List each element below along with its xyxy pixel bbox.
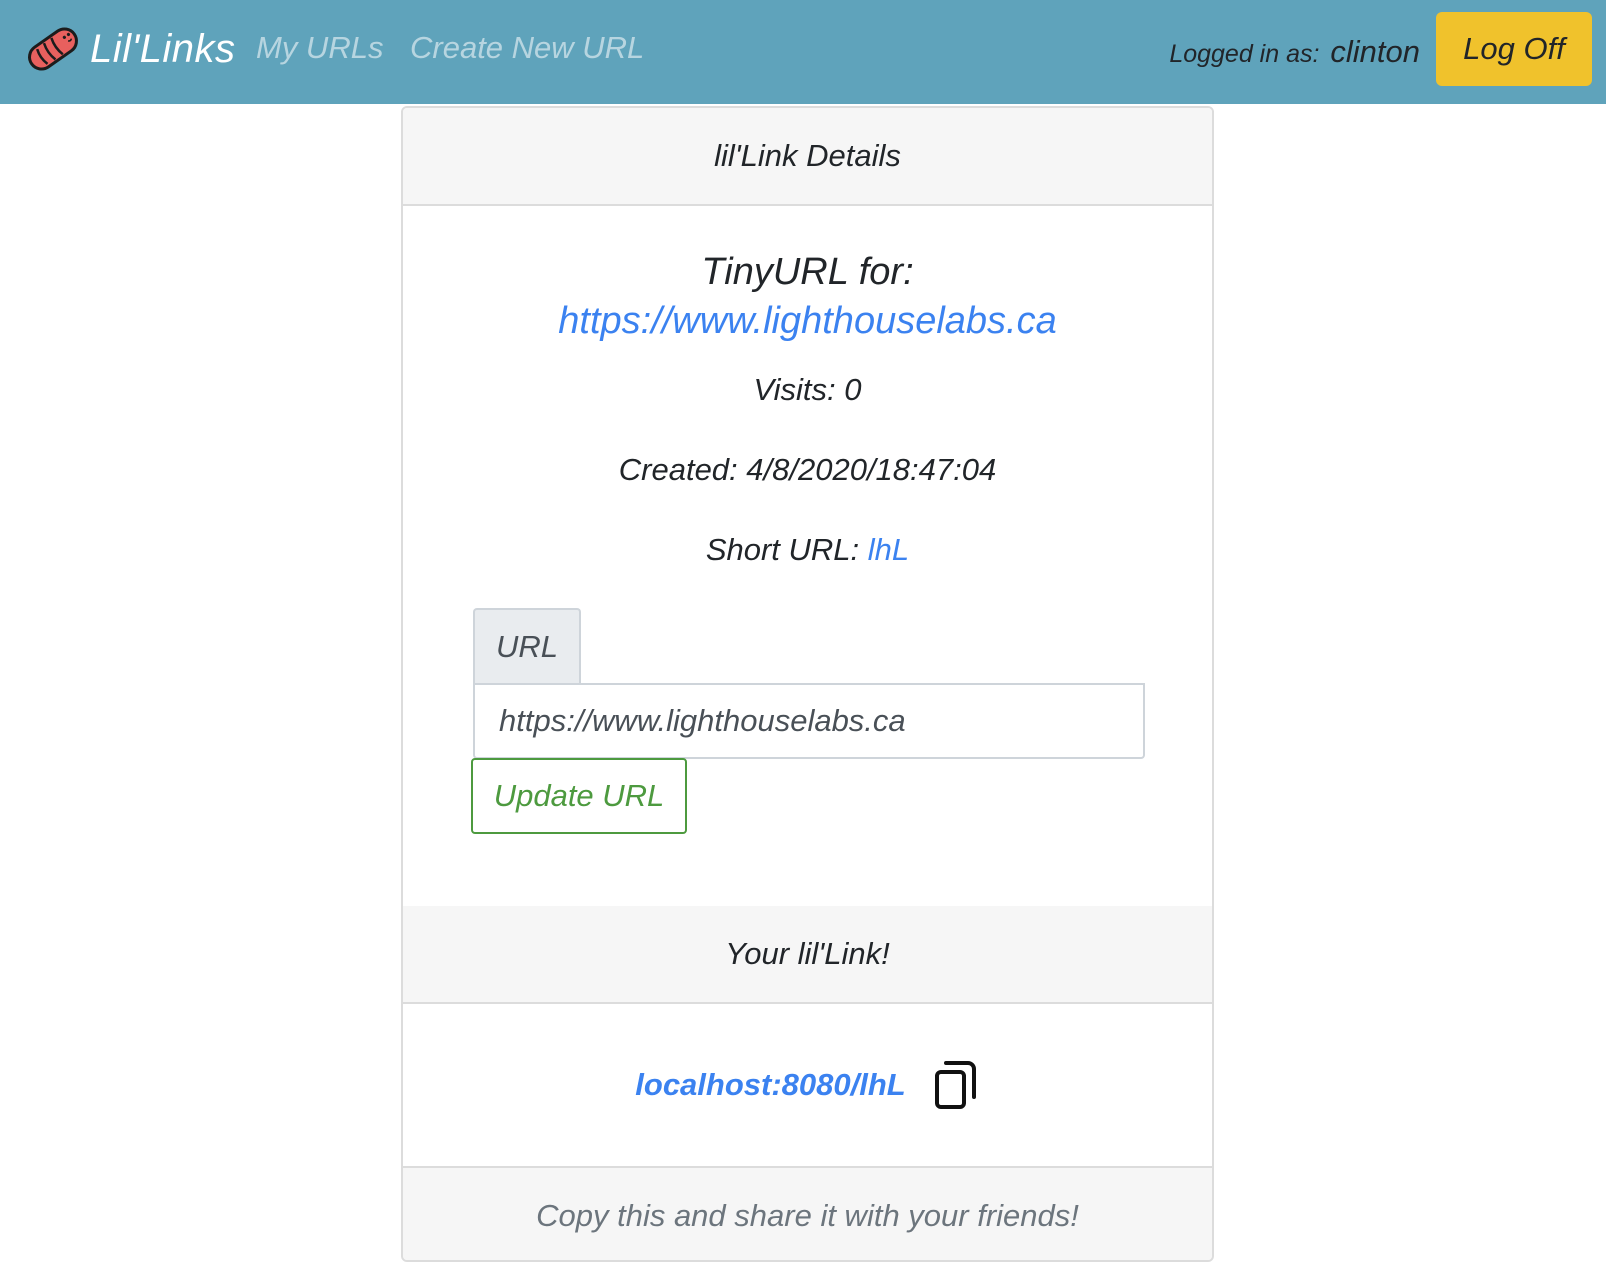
url-input-label: URL [473, 608, 581, 684]
share-body: localhost:8080/lhL [403, 1004, 1212, 1166]
copy-icon[interactable] [932, 1057, 980, 1113]
share-header: Your lil'Link! [403, 906, 1212, 1004]
visits-count: Visits: 0 [753, 372, 862, 407]
brand-name: Lil'Links [90, 26, 236, 71]
navbar: Lil'Links My URLs Create New URL Logged … [0, 0, 1606, 104]
log-off-button[interactable]: Log Off [1436, 12, 1592, 86]
link-details-card: lil'Link Details TinyURL for: https://ww… [401, 106, 1214, 1262]
long-url-link[interactable]: https://www.lighthouselabs.ca [403, 296, 1212, 346]
nav-create-new-url-link[interactable]: Create New URL [410, 30, 644, 66]
short-url-line: Short URL: lhL [403, 530, 1212, 570]
short-url-label: Short URL: [705, 532, 860, 567]
logged-in-username: clinton [1330, 34, 1420, 69]
short-url-link[interactable]: lhL [868, 532, 909, 567]
logged-in-label: Logged in as: [1169, 40, 1320, 68]
details-header: lil'Link Details [403, 108, 1212, 206]
tinyurl-title: TinyURL for: [701, 251, 914, 293]
update-url-button[interactable]: Update URL [471, 758, 687, 834]
nav-my-urls-link[interactable]: My URLs [256, 30, 383, 66]
created-date: Created: 4/8/2020/18:47:04 [618, 452, 997, 487]
sausage-icon [24, 20, 82, 78]
url-input[interactable] [473, 683, 1145, 759]
share-link[interactable]: localhost:8080/lhL [635, 1067, 905, 1103]
logged-in-status: Logged in as: clinton [1169, 34, 1420, 70]
share-footer: Copy this and share it with your friends… [403, 1166, 1212, 1260]
brand-link[interactable]: Lil'Links [24, 18, 236, 80]
